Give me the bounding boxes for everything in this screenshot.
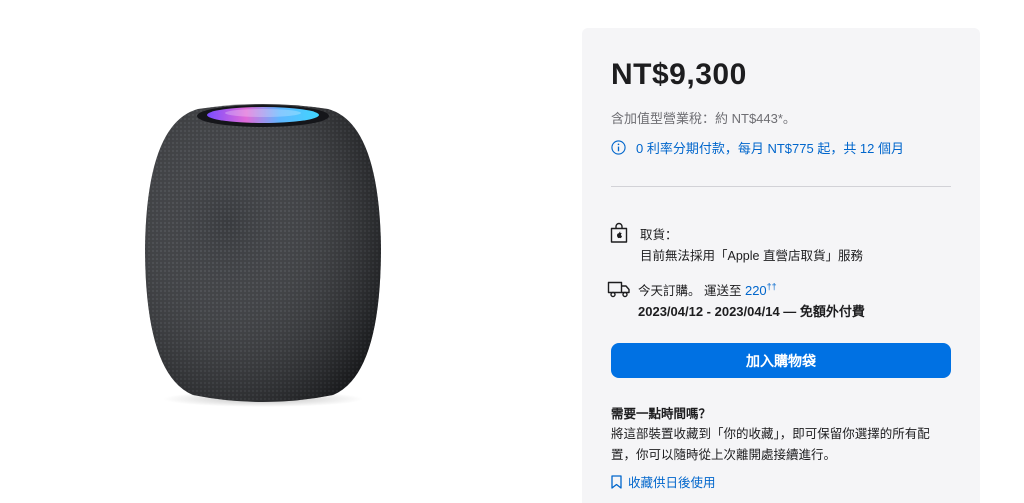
pickup-status: 目前無法採用「Apple 直營店取貨」服務 [640,249,863,263]
shipping-line: 今天訂購。 運送至 220†† [638,280,777,299]
bookmark-icon [611,474,622,489]
save-title: 需要一點時間嗎？ [611,407,712,421]
vat-note: 含加值型營業稅：約 NT$443*。 [611,111,796,126]
delivery-truck-icon [607,281,630,298]
shipping-prefix: 今天訂購。 運送至 [638,284,742,298]
zip-footnote: †† [766,281,777,292]
shopping-bag-apple-icon [610,222,628,243]
product-price: NT$9,300 [611,58,747,91]
pickup-label: 取貨： [640,228,678,242]
homepod-product-image [145,104,381,407]
zip-code-link[interactable]: 220†† [744,281,777,298]
zip-code: 220 [744,283,767,298]
info-circle-icon [611,140,626,155]
purchase-panel: NT$9,300 含加值型營業稅：約 NT$443*。 0 利率分期付款，每月 … [582,28,980,503]
save-description: 將這部裝置收藏到「你的收藏」，即可保留你選擇的所有配置，你可以隨時從上次離開處接… [611,427,930,462]
installment-link[interactable]: 0 利率分期付款，每月 NT$775 起，共 12 個月 [611,138,904,157]
delivery-dates: 2023/04/12 - 2023/04/14 — 免額外付費 [638,304,865,319]
add-to-bag-button[interactable]: 加入購物袋 [611,343,951,378]
save-link-label: 收藏供日後使用 [628,476,716,490]
save-for-later-link[interactable]: 收藏供日後使用 [611,472,716,491]
divider [611,186,951,187]
installment-text: 0 利率分期付款，每月 NT$775 起，共 12 個月 [636,141,904,156]
product-gallery [0,0,580,503]
